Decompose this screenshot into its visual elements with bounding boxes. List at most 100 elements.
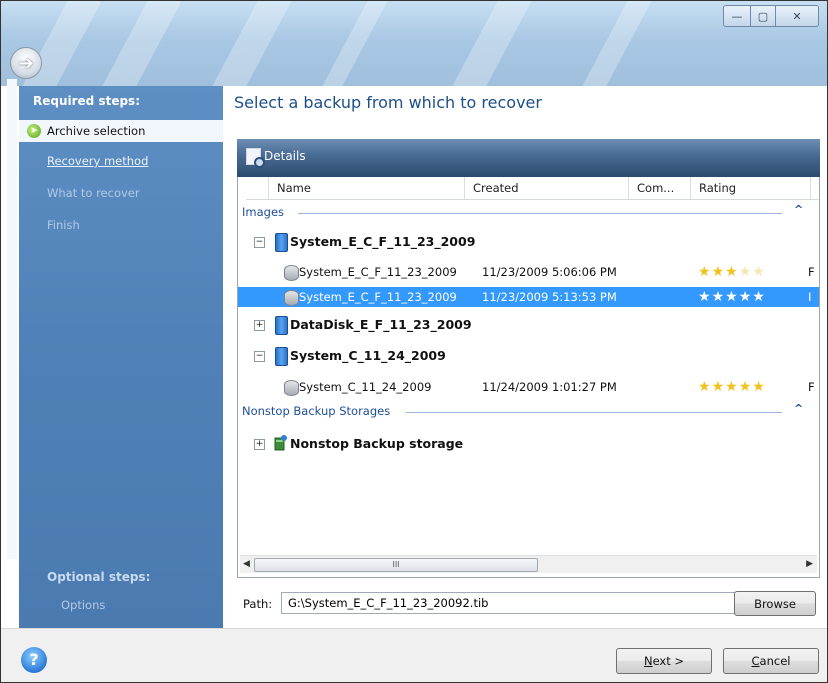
group-label: Images	[242, 205, 285, 219]
scroll-left-icon[interactable]: ◀	[243, 559, 250, 569]
maximize-button[interactable]: ▢	[751, 5, 776, 27]
expand-icon[interactable]: +	[254, 320, 265, 331]
column-name[interactable]: Name	[268, 177, 464, 199]
minimize-button[interactable]: —	[723, 5, 751, 27]
column-created[interactable]: Created	[464, 177, 604, 199]
window-controls: — ▢ ✕	[723, 5, 819, 29]
tib-file-icon	[284, 290, 299, 306]
sidebar-item-label: Archive selection	[47, 124, 146, 138]
optional-steps-title: Optional steps:	[47, 570, 151, 584]
collapse-icon[interactable]: −	[254, 237, 265, 248]
cancel-accel: C	[751, 654, 760, 668]
star-icon[interactable]: ★	[698, 379, 712, 395]
sidebar-item-what-to-recover: What to recover	[47, 182, 223, 204]
collapse-group-button[interactable]: ^	[794, 402, 803, 415]
left-edge	[7, 79, 17, 559]
sidebar-item-label: What to recover	[47, 186, 140, 200]
rating-stars[interactable]: ★★★★★	[698, 377, 766, 397]
backup-wizard-window: — ▢ ✕ ➔ Required steps: ➤ Archive select…	[0, 0, 828, 683]
cancel-label: ancel	[759, 654, 791, 668]
page-title: Select a backup from which to recover	[234, 93, 542, 112]
table-row-selected[interactable]: System_E_C_F_11_23_2009 11/23/2009 5:13:…	[238, 287, 819, 307]
tree-node[interactable]: + DataDisk_E_F_11_23_2009	[254, 314, 554, 336]
backup-list: Name Created Com... Rating Images ^ − Sy…	[237, 177, 820, 578]
star-icon[interactable]: ★	[725, 379, 739, 395]
rating-stars[interactable]: ★★★★★	[698, 262, 766, 282]
scroll-right-icon[interactable]: ▶	[806, 559, 813, 569]
overflow-text: I	[808, 290, 812, 304]
next-button[interactable]: Next >	[616, 648, 712, 674]
node-label: DataDisk_E_F_11_23_2009	[290, 317, 472, 332]
star-icon[interactable]: ★	[712, 289, 726, 305]
sidebar-item-finish: Finish	[47, 214, 223, 236]
star-icon[interactable]: ★	[698, 289, 712, 305]
star-icon[interactable]: ★	[725, 289, 739, 305]
column-rating[interactable]: Rating	[690, 177, 810, 199]
sidebar-item-recovery-method[interactable]: Recovery method	[47, 150, 223, 172]
close-button[interactable]: ✕	[776, 5, 819, 27]
column-extra	[810, 177, 819, 199]
group-label: Nonstop Backup Storages	[242, 404, 391, 418]
disk-icon	[275, 347, 288, 366]
details-icon	[246, 148, 265, 168]
star-icon[interactable]: ★	[739, 379, 753, 395]
star-icon[interactable]: ★	[752, 264, 766, 280]
backup-name: System_E_C_F_11_23_2009	[299, 265, 457, 279]
tree-node[interactable]: − System_E_C_F_11_23_2009	[254, 231, 554, 253]
next-accel: N	[643, 654, 653, 668]
sidebar-item-label: Recovery method	[47, 154, 149, 168]
path-row: Path: Browse	[237, 590, 820, 618]
star-icon[interactable]: ★	[739, 264, 753, 280]
browse-button[interactable]: Browse	[734, 591, 816, 616]
star-icon[interactable]: ★	[712, 379, 726, 395]
arrow-right-icon: ➤	[27, 124, 41, 138]
group-images: Images ^	[242, 203, 812, 219]
help-icon[interactable]: ?	[21, 647, 47, 673]
column-comments[interactable]: Com...	[628, 177, 690, 199]
sidebar: Required steps: ➤ Archive selection Reco…	[19, 86, 223, 628]
expand-icon[interactable]: +	[254, 439, 265, 450]
star-icon[interactable]: ★	[752, 379, 766, 395]
collapse-icon[interactable]: −	[254, 351, 265, 362]
collapse-group-button[interactable]: ^	[794, 203, 803, 216]
rating-stars[interactable]: ★★★★★	[698, 287, 766, 307]
node-label: System_C_11_24_2009	[290, 348, 446, 363]
footer: ? Next > Cancel	[1, 628, 827, 682]
group-nonstop-backup-storages: Nonstop Backup Storages ^	[242, 402, 812, 418]
disk-icon	[275, 233, 288, 252]
path-label: Path:	[243, 597, 273, 611]
details-label: Details	[264, 149, 306, 163]
star-icon[interactable]: ★	[739, 289, 753, 305]
overflow-text: F	[808, 265, 815, 279]
backup-name: System_E_C_F_11_23_2009	[299, 290, 457, 304]
tib-file-icon	[284, 265, 299, 281]
sidebar-item-archive-selection[interactable]: ➤ Archive selection	[19, 120, 223, 142]
disk-icon	[275, 316, 288, 335]
node-label: System_E_C_F_11_23_2009	[290, 234, 476, 249]
overflow-text: F	[808, 380, 815, 394]
table-row[interactable]: System_E_C_F_11_23_2009 11/23/2009 5:06:…	[238, 262, 819, 282]
star-icon[interactable]: ★	[698, 264, 712, 280]
tree-node[interactable]: + Nonstop Backup storage	[254, 433, 554, 455]
scroll-thumb[interactable]: III	[254, 558, 538, 572]
path-input[interactable]	[281, 592, 763, 614]
backup-created: 11/23/2009 5:06:06 PM	[482, 265, 617, 279]
node-label: Nonstop Backup storage	[290, 436, 464, 451]
star-icon[interactable]: ★	[712, 264, 726, 280]
details-bar[interactable]: Details	[237, 139, 820, 177]
backup-name: System_C_11_24_2009	[299, 380, 432, 394]
tree-node[interactable]: − System_C_11_24_2009	[254, 345, 554, 367]
required-steps-title: Required steps:	[33, 94, 140, 108]
cancel-button[interactable]: Cancel	[723, 648, 819, 674]
next-label: ext >	[652, 654, 685, 668]
star-icon[interactable]: ★	[725, 264, 739, 280]
table-row[interactable]: System_C_11_24_2009 11/24/2009 1:01:27 P…	[238, 377, 819, 397]
title-bar: — ▢ ✕ ➔	[1, 1, 827, 86]
tib-file-icon	[284, 380, 299, 396]
backup-created: 11/24/2009 1:01:27 PM	[482, 380, 617, 394]
star-icon[interactable]: ★	[752, 289, 766, 305]
sidebar-item-options: Options	[61, 598, 106, 612]
horizontal-scrollbar[interactable]: ◀ III ▶	[240, 555, 817, 573]
back-arrow-icon[interactable]: ➔	[10, 47, 42, 79]
nonstop-storage-icon	[274, 435, 287, 451]
